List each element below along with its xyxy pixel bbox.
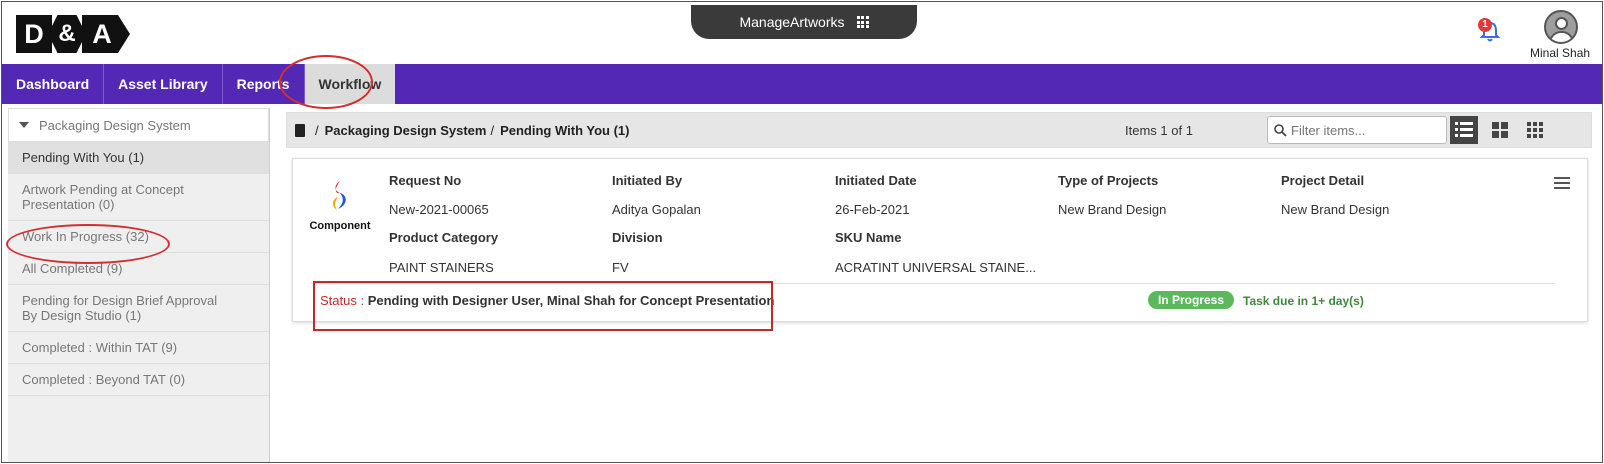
sidebar-item-completed-beyond-tat[interactable]: Completed : Beyond TAT (0) bbox=[8, 364, 269, 396]
sku-name-value: ACRATINT UNIVERSAL STAINE... bbox=[835, 260, 1037, 275]
list-view-button[interactable] bbox=[1450, 116, 1478, 144]
request-no-value[interactable]: New-2021-00065 bbox=[389, 202, 489, 217]
app-grid-icon bbox=[856, 16, 869, 28]
sku-name-label: SKU Name bbox=[835, 230, 902, 245]
logo-letter-d: D bbox=[16, 15, 52, 53]
book-icon bbox=[295, 123, 305, 137]
card-menu-button[interactable] bbox=[1554, 177, 1570, 192]
nav-dashboard[interactable]: Dashboard bbox=[2, 64, 105, 104]
user-name[interactable]: Minal Shah bbox=[1530, 46, 1590, 60]
sidebar-item-pending-design-brief[interactable]: Pending for Design Brief Approval By Des… bbox=[8, 285, 269, 332]
initiated-date-label: Initiated Date bbox=[835, 173, 917, 188]
nav-reports[interactable]: Reports bbox=[223, 64, 305, 104]
division-value: FV bbox=[612, 260, 629, 275]
filter-box[interactable] bbox=[1267, 116, 1447, 144]
sidebar-group-title: Packaging Design System bbox=[39, 117, 191, 133]
notification-button[interactable]: 1 bbox=[1478, 18, 1502, 44]
status-badge: In Progress bbox=[1148, 291, 1235, 309]
company-logo-mark bbox=[332, 181, 346, 210]
product-category-value: PAINT STAINERS bbox=[389, 260, 494, 275]
company-logo: Component bbox=[307, 179, 373, 232]
status-line: Status : Pending with Designer User, Min… bbox=[320, 293, 774, 308]
main-nav: Dashboard Asset Library Reports Workflow bbox=[2, 64, 1602, 104]
project-type-value: New Brand Design bbox=[1058, 202, 1167, 217]
initiated-by-label: Initiated By bbox=[612, 173, 683, 188]
company-logo-text: Component bbox=[309, 220, 371, 232]
caret-down-icon bbox=[19, 122, 29, 128]
card-divider bbox=[311, 283, 1555, 284]
sidebar-item-pending-with-you[interactable]: Pending With You (1) bbox=[8, 142, 269, 174]
sidebar-item-all-completed[interactable]: All Completed (9) bbox=[8, 253, 269, 285]
request-card[interactable]: Component Request No New-2021-00065 Init… bbox=[292, 158, 1588, 331]
project-type-label: Type of Projects bbox=[1058, 173, 1159, 188]
status-key: Status : bbox=[320, 293, 368, 308]
status-value: Pending with Designer User, Minal Shah f… bbox=[367, 293, 775, 308]
breadcrumb-item-current: Pending With You (1) bbox=[500, 122, 630, 138]
nav-asset-library[interactable]: Asset Library bbox=[104, 64, 223, 104]
logo-ampersand: & bbox=[48, 15, 86, 53]
grid-view-button[interactable] bbox=[1486, 116, 1514, 144]
logo-letter-a: A bbox=[82, 15, 130, 53]
app-window: D & A ManageArtworks 1 Minal Shah Dashbo… bbox=[1, 1, 1603, 463]
brand-logo[interactable]: D & A bbox=[16, 15, 130, 53]
grid-3x3-icon bbox=[1527, 122, 1543, 138]
sidebar-item-artwork-pending-concept[interactable]: Artwork Pending at Concept Presentation … bbox=[8, 174, 269, 221]
division-label: Division bbox=[612, 230, 663, 245]
main-content: / Packaging Design System / Pending With Yo… bbox=[286, 112, 1592, 331]
list-view-icon bbox=[1455, 122, 1473, 137]
user-avatar[interactable] bbox=[1544, 10, 1578, 44]
search-icon bbox=[1274, 123, 1287, 137]
hamburger-icon bbox=[1554, 177, 1570, 189]
breadcrumb-separator: / bbox=[315, 122, 319, 138]
project-detail-label: Project Detail bbox=[1281, 173, 1365, 188]
breadcrumb-item-group[interactable]: Packaging Design System bbox=[325, 123, 487, 138]
initiated-by-value: Aditya Gopalan bbox=[612, 202, 701, 217]
task-due-text: Task due in 1+ day(s) bbox=[1243, 294, 1364, 308]
app-name: ManageArtworks bbox=[739, 14, 845, 30]
sidebar-item-completed-within-tat[interactable]: Completed : Within TAT (9) bbox=[8, 332, 269, 364]
initiated-date-value: 26-Feb-2021 bbox=[835, 202, 910, 217]
tile-view-button[interactable] bbox=[1521, 116, 1549, 144]
notification-badge: 1 bbox=[1478, 18, 1492, 32]
breadcrumb: / Packaging Design System / Pending With Yo… bbox=[311, 123, 629, 138]
request-no-label: Request No bbox=[389, 173, 462, 188]
project-detail-value: New Brand Design bbox=[1281, 202, 1390, 217]
nav-workflow[interactable]: Workflow bbox=[304, 64, 396, 104]
app-switcher[interactable]: ManageArtworks bbox=[691, 5, 917, 39]
sidebar: Packaging Design System Pending With You… bbox=[8, 108, 270, 462]
grid-2x2-icon bbox=[1492, 122, 1508, 138]
product-category-label: Product Category bbox=[389, 230, 499, 245]
list-toolbar: / Packaging Design System / Pending With Yo… bbox=[286, 112, 1592, 148]
sidebar-group-header[interactable]: Packaging Design System bbox=[8, 108, 269, 142]
sidebar-item-work-in-progress[interactable]: Work In Progress (32) bbox=[8, 221, 269, 253]
items-count: Items 1 of 1 bbox=[1125, 123, 1193, 138]
breadcrumb-separator: / bbox=[490, 122, 495, 138]
filter-input[interactable] bbox=[1291, 122, 1441, 138]
